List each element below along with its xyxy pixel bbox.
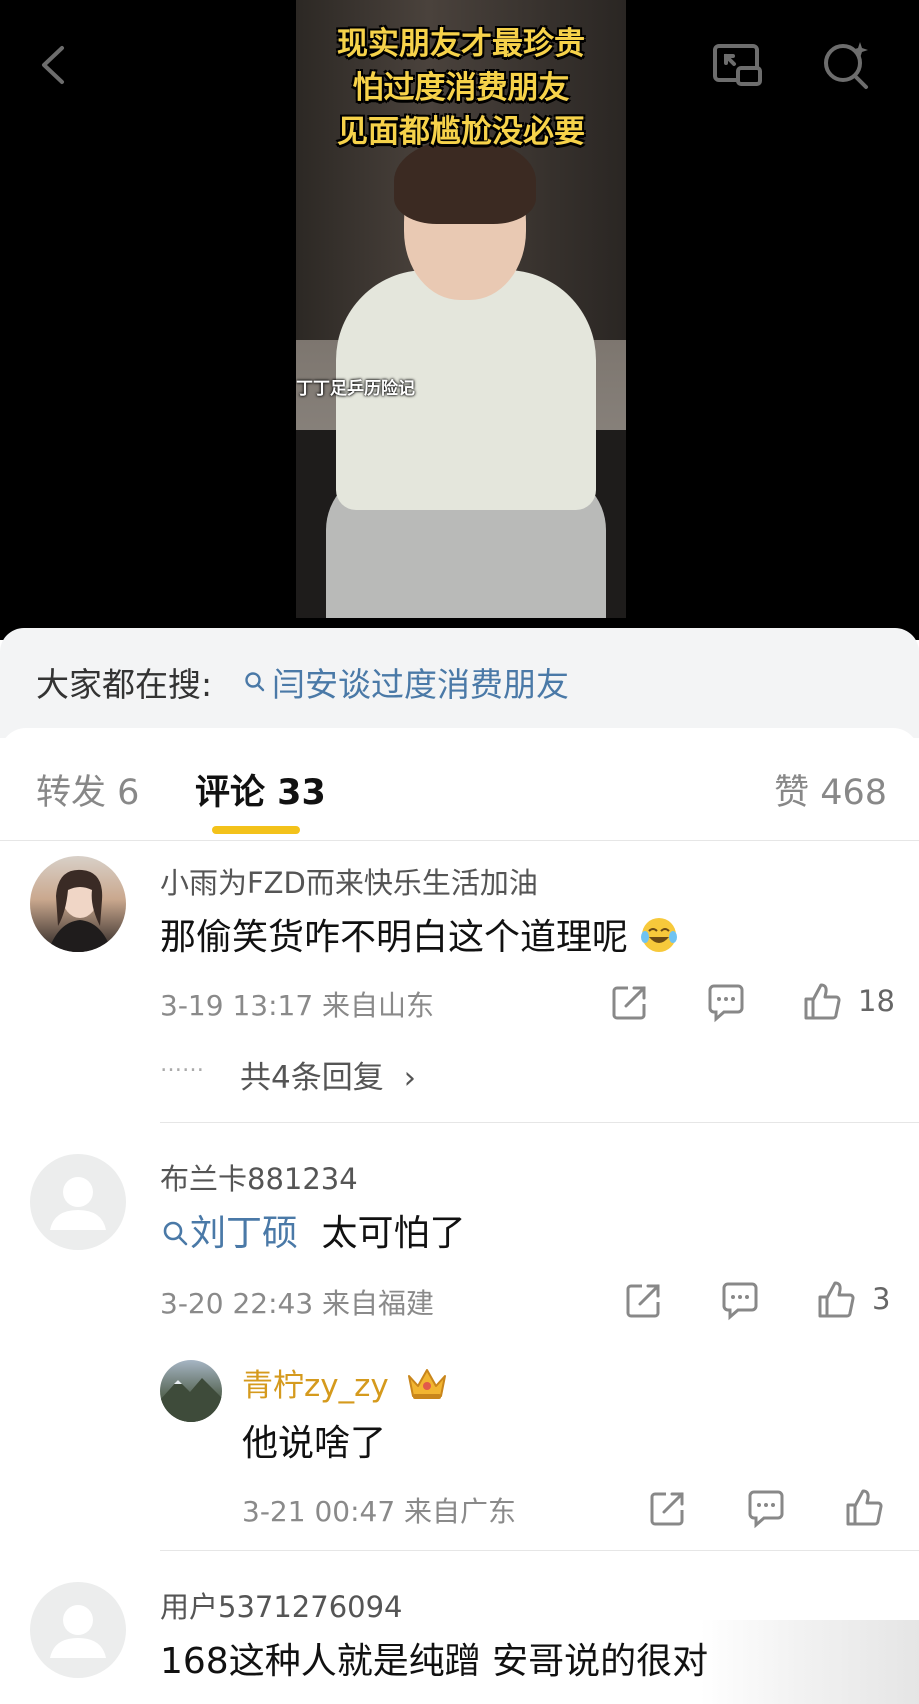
reply-time-location: 3-21 00:47 来自广东 xyxy=(242,1495,517,1528)
video-caption-line-1: 现实朋友才最珍贵 xyxy=(337,26,585,62)
comment-divider xyxy=(160,1122,919,1123)
trending-search-bar: 大家都在搜: 闫安谈过度消费朋友 xyxy=(0,628,919,738)
comment-time-location: 3-19 13:17 来自山东 xyxy=(160,989,435,1022)
reply-username-row: 青柠zy_zy xyxy=(242,1360,449,1405)
comment-text: 那偷笑货咋不明白这个道理呢 xyxy=(160,908,679,960)
comment-divider xyxy=(160,1550,919,1551)
avatar[interactable] xyxy=(30,1582,126,1678)
video-caption: 现实朋友才最珍贵 怕过度消费朋友 见面都尴尬没必要 xyxy=(296,22,626,154)
comment-bubble-icon xyxy=(748,1490,784,1529)
back-button[interactable] xyxy=(24,34,86,96)
picture-in-picture-icon xyxy=(713,44,762,86)
comment-time-location: 3-20 22:43 来自福建 xyxy=(160,1287,435,1320)
topic-link[interactable]: 刘丁硕 xyxy=(160,1213,309,1254)
share-icon xyxy=(626,1284,660,1318)
trending-search-label: 大家都在搜: xyxy=(36,665,213,704)
view-replies-link[interactable]: 共4条回复 › xyxy=(240,1052,416,1097)
video-frame[interactable]: 现实朋友才最珍贵 怕过度消费朋友 见面都尴尬没必要 丁丁足乒历险记 xyxy=(296,0,626,618)
like-button[interactable] xyxy=(842,1486,886,1530)
view-replies-label: 共4条回复 xyxy=(240,1060,384,1096)
tab-repost[interactable]: 转发 6 xyxy=(36,764,139,815)
like-count: 3 xyxy=(872,1282,891,1316)
search-icon xyxy=(245,672,265,692)
reply-button[interactable] xyxy=(704,980,748,1024)
share-button[interactable] xyxy=(608,980,652,1024)
landscape-photo-icon xyxy=(160,1378,222,1422)
default-avatar-icon xyxy=(50,1605,106,1658)
tab-comments[interactable]: 评论 33 xyxy=(195,764,326,815)
replies-dots: …… xyxy=(160,1052,204,1077)
comment-text: 168这种人就是纯蹭 安哥说的很对 xyxy=(160,1641,709,1682)
share-button[interactable] xyxy=(646,1486,690,1530)
reply-username[interactable]: 青柠zy_zy xyxy=(242,1368,389,1404)
comment-text: 刘丁硕 太可怕了 xyxy=(160,1204,465,1256)
video-caption-line-2: 怕过度消费朋友 xyxy=(352,70,570,106)
share-button[interactable] xyxy=(622,1278,666,1322)
video-watermark: 丁丁足乒历险记 xyxy=(296,379,415,399)
search-icon xyxy=(163,1221,188,1246)
comment-username[interactable]: 布兰卡881234 xyxy=(160,1156,358,1198)
chevron-right-icon: › xyxy=(403,1060,416,1096)
comment-bubble-icon xyxy=(722,1282,758,1321)
trending-search-link[interactable]: 闫安谈过度消费朋友 xyxy=(244,658,569,706)
avatar[interactable] xyxy=(160,1360,222,1422)
comment-body: 那偷笑货咋不明白这个道理呢 xyxy=(160,917,629,958)
trending-search-query: 闫安谈过度消费朋友 xyxy=(272,665,569,704)
like-button[interactable] xyxy=(814,1278,858,1322)
thumbs-up-icon xyxy=(804,983,841,1020)
comment-bubble-icon xyxy=(708,984,744,1023)
reply-button[interactable] xyxy=(718,1278,762,1322)
thumbs-up-icon xyxy=(818,1281,855,1318)
avatar[interactable] xyxy=(30,856,126,952)
interaction-tabs: 转发 6 评论 33 赞 468 xyxy=(0,728,919,841)
back-arrow-icon xyxy=(42,46,64,84)
share-icon xyxy=(650,1492,684,1526)
comment-body: 太可怕了 xyxy=(321,1213,466,1254)
share-icon xyxy=(612,986,646,1020)
reply-text: 他说啥了 xyxy=(242,1423,387,1464)
comment-username[interactable]: 小雨为FZD而来快乐生活加油 xyxy=(160,860,538,902)
video-caption-line-3: 见面都尴尬没必要 xyxy=(337,114,585,150)
video-player[interactable]: 现实朋友才最珍贵 怕过度消费朋友 见面都尴尬没必要 丁丁足乒历险记 xyxy=(0,0,919,640)
topic-label: 刘丁硕 xyxy=(190,1213,299,1254)
active-tab-indicator xyxy=(212,826,300,834)
like-count: 18 xyxy=(858,984,895,1018)
user-photo-icon xyxy=(48,869,112,952)
reply-button[interactable] xyxy=(744,1486,788,1530)
crown-badge-icon xyxy=(407,1369,446,1399)
search-sparkle-icon xyxy=(824,42,868,89)
search-button[interactable] xyxy=(816,34,878,96)
default-avatar-icon xyxy=(50,1177,106,1230)
thumbs-up-icon xyxy=(846,1489,883,1526)
blur-watermark-overlay xyxy=(700,1620,919,1704)
pip-button[interactable] xyxy=(706,34,768,96)
avatar[interactable] xyxy=(30,1154,126,1250)
laughing-crying-emoji-icon xyxy=(641,918,678,952)
tab-likes[interactable]: 赞 468 xyxy=(774,764,887,815)
like-button[interactable] xyxy=(800,980,844,1024)
comment-username[interactable]: 用户5371276094 xyxy=(160,1584,403,1626)
